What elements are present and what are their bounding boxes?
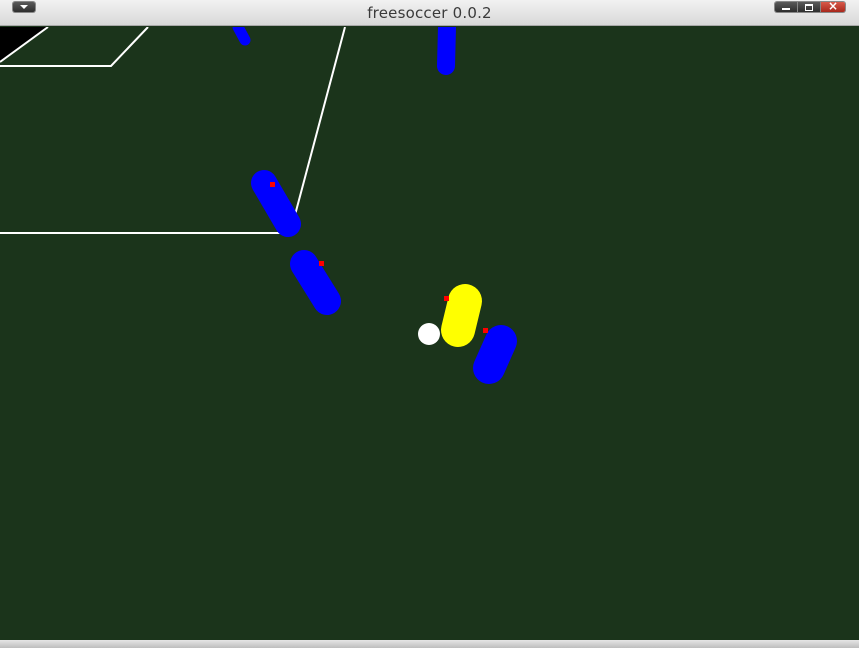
player-blue-4 xyxy=(290,250,341,315)
player-marker xyxy=(444,296,449,301)
game-window: freesoccer 0.0.2 × xyxy=(0,0,859,648)
minimize-button[interactable] xyxy=(775,2,797,12)
ball xyxy=(418,323,440,345)
player-blue-2 xyxy=(437,18,456,75)
maximize-button[interactable] xyxy=(798,2,820,12)
game-viewport[interactable] xyxy=(0,18,859,640)
player-marker xyxy=(270,182,275,187)
minimize-icon xyxy=(782,8,790,10)
player-marker xyxy=(483,328,488,333)
player-blue-1 xyxy=(232,21,251,46)
close-icon: × xyxy=(828,0,839,13)
player-marker xyxy=(319,261,324,266)
window-bottom-frame xyxy=(0,640,859,648)
window-title: freesoccer 0.0.2 xyxy=(367,4,492,22)
player-yellow-1 xyxy=(441,284,482,347)
pitch-canvas xyxy=(0,18,859,640)
maximize-icon xyxy=(805,4,813,11)
close-button[interactable]: × xyxy=(821,0,845,13)
player-blue-5 xyxy=(473,325,517,384)
title-bar[interactable]: freesoccer 0.0.2 × xyxy=(0,0,859,26)
